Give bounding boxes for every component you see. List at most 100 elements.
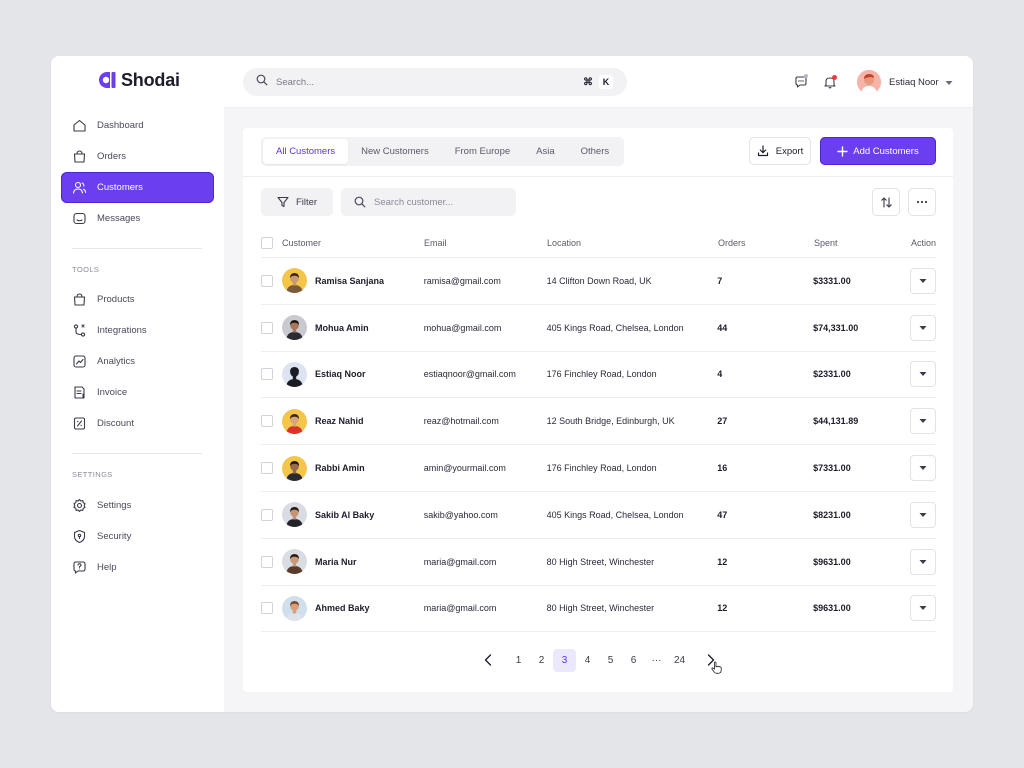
row-action-button[interactable]	[910, 408, 936, 435]
sidebar-item-label: Discount	[97, 418, 134, 429]
row-action-button[interactable]	[910, 314, 936, 341]
customer-spent: $3331.00	[813, 275, 851, 286]
row-action-button[interactable]	[910, 501, 936, 528]
pagination-ellipsis: ···	[651, 654, 662, 666]
tab-asia[interactable]: Asia	[523, 139, 567, 164]
sidebar-item-invoice[interactable]: Invoice	[61, 377, 214, 408]
tab-others[interactable]: Others	[568, 139, 623, 164]
column-header-customer[interactable]: Customer	[282, 238, 321, 248]
pagination: 1 2 3 4 5 6 ··· 24	[476, 648, 722, 674]
page-button[interactable]: 3	[553, 648, 576, 672]
filter-button[interactable]: Filter	[261, 188, 333, 216]
customer-name[interactable]: Rabbi Amin	[315, 463, 365, 473]
page-button[interactable]: 2	[530, 649, 553, 672]
sidebar-item-customers[interactable]: Customers	[61, 172, 214, 203]
customer-name[interactable]: Sakib Al Baky	[315, 510, 374, 520]
chevron-down-icon	[919, 418, 927, 424]
divider	[72, 453, 202, 454]
table-row[interactable]: Sakib Al Baky sakib@yahoo.com 405 Kings …	[261, 492, 936, 539]
tab-all-customers[interactable]: All Customers	[263, 139, 349, 164]
avatar	[282, 595, 307, 621]
previous-page-button[interactable]	[476, 649, 499, 672]
sidebar-item-integrations[interactable]: Integrations	[61, 315, 214, 346]
sidebar-item-analytics[interactable]: Analytics	[61, 346, 214, 377]
global-search-input[interactable]: Search...	[276, 77, 583, 88]
row-action-button[interactable]	[910, 548, 936, 575]
sidebar-item-help[interactable]: Help	[61, 552, 214, 583]
row-checkbox[interactable]	[261, 415, 273, 428]
sidebar-item-discount[interactable]: Discount	[61, 408, 214, 439]
sidebar-item-dashboard[interactable]: Dashboard	[61, 110, 214, 141]
avatar	[282, 315, 307, 341]
page-button[interactable]: 5	[599, 649, 622, 672]
page-button[interactable]: 24	[668, 649, 691, 672]
table-header: Customer Email Location Orders Spent Act…	[261, 228, 936, 258]
customer-name[interactable]: Reaz Nahid	[315, 416, 364, 426]
sidebar-item-settings[interactable]: Settings	[61, 490, 214, 521]
page-button[interactable]: 6	[622, 649, 645, 672]
customer-search-input[interactable]: Search customer...	[341, 188, 516, 216]
section-label-tools: TOOLS	[72, 265, 100, 274]
table-row[interactable]: Ramisa Sanjana ramisa@gmail.com 14 Clift…	[261, 258, 936, 305]
column-header-location[interactable]: Location	[547, 238, 718, 248]
add-customers-button[interactable]: Add Customers	[820, 137, 936, 165]
export-button[interactable]: Export	[749, 137, 811, 165]
invoice-icon	[72, 385, 87, 400]
column-header-orders[interactable]: Orders	[718, 238, 814, 248]
row-action-button[interactable]	[910, 267, 936, 294]
more-options-button[interactable]	[908, 188, 936, 216]
message-icon	[72, 211, 87, 226]
avatar	[282, 408, 307, 434]
customer-name[interactable]: Maria Nur	[315, 557, 357, 567]
global-search[interactable]: Search... ⌘ K	[243, 68, 627, 96]
row-checkbox[interactable]	[261, 508, 273, 521]
logo[interactable]: Shodai	[97, 68, 180, 92]
bell-icon[interactable]	[822, 74, 838, 90]
row-checkbox[interactable]	[261, 462, 273, 475]
table-row[interactable]: Reaz Nahid reaz@hotmail.com 12 South Bri…	[261, 398, 936, 446]
page-button[interactable]: 1	[507, 649, 530, 672]
row-checkbox[interactable]	[261, 602, 273, 615]
user-menu[interactable]: Estiaq Noor	[857, 70, 953, 94]
row-checkbox[interactable]	[261, 555, 273, 568]
row-checkbox[interactable]	[261, 368, 273, 381]
customer-location: 80 High Street, Winchester	[546, 556, 655, 567]
nav-tools: Products Integrations Analytics Invoice Disc…	[61, 284, 214, 439]
customer-location: 12 South Bridge, Edinburgh, UK	[546, 416, 675, 427]
row-action-button[interactable]	[910, 361, 936, 388]
select-all-checkbox[interactable]	[261, 236, 273, 249]
sidebar-item-products[interactable]: Products	[61, 284, 214, 315]
chat-icon[interactable]	[793, 74, 809, 90]
row-action-button[interactable]	[910, 455, 936, 482]
table-row[interactable]: Maria Nur maria@gmail.com 80 High Street…	[261, 539, 936, 586]
table-body: Ramisa Sanjana ramisa@gmail.com 14 Clift…	[261, 258, 936, 633]
table-row[interactable]: Mohua Amin mohua@gmail.com 405 Kings Roa…	[261, 305, 936, 352]
table-row[interactable]: Rabbi Amin amin@yourmail.com 176 Finchle…	[261, 445, 936, 492]
customer-name[interactable]: Ramisa Sanjana	[315, 276, 384, 286]
row-action-button[interactable]	[910, 595, 936, 622]
column-header-spent[interactable]: Spent	[814, 238, 911, 248]
row-checkbox[interactable]	[261, 274, 273, 287]
nav-main: Dashboard Orders Customers Messages	[61, 110, 214, 234]
sidebar-item-messages[interactable]: Messages	[61, 203, 214, 234]
sidebar-item-security[interactable]: Security	[61, 521, 214, 552]
column-header-email[interactable]: Email	[424, 238, 547, 248]
tab-new-customers[interactable]: New Customers	[348, 139, 442, 164]
shortcut-key: K	[599, 75, 613, 89]
avatar	[282, 549, 307, 575]
customer-name[interactable]: Mohua Amin	[315, 323, 369, 333]
table-row[interactable]: Ahmed Baky maria@gmail.com 80 High Stree…	[261, 586, 936, 633]
customer-name[interactable]: Ahmed Baky	[315, 603, 370, 613]
table-row[interactable]: Estiaq Noor estiaqnoor@gmail.com 176 Fin…	[261, 352, 936, 399]
page-button[interactable]: 4	[576, 649, 599, 672]
tab-from-europe[interactable]: From Europe	[442, 139, 523, 164]
user-name: Estiaq Noor	[889, 76, 939, 88]
customer-orders: 12	[717, 603, 728, 614]
more-icon	[916, 200, 928, 204]
row-checkbox[interactable]	[261, 321, 273, 334]
sort-button[interactable]	[872, 188, 900, 216]
sidebar-item-orders[interactable]: Orders	[61, 141, 214, 172]
sidebar-item-label: Integrations	[97, 325, 147, 336]
customer-name[interactable]: Estiaq Noor	[315, 369, 366, 379]
next-page-button[interactable]	[699, 649, 722, 674]
